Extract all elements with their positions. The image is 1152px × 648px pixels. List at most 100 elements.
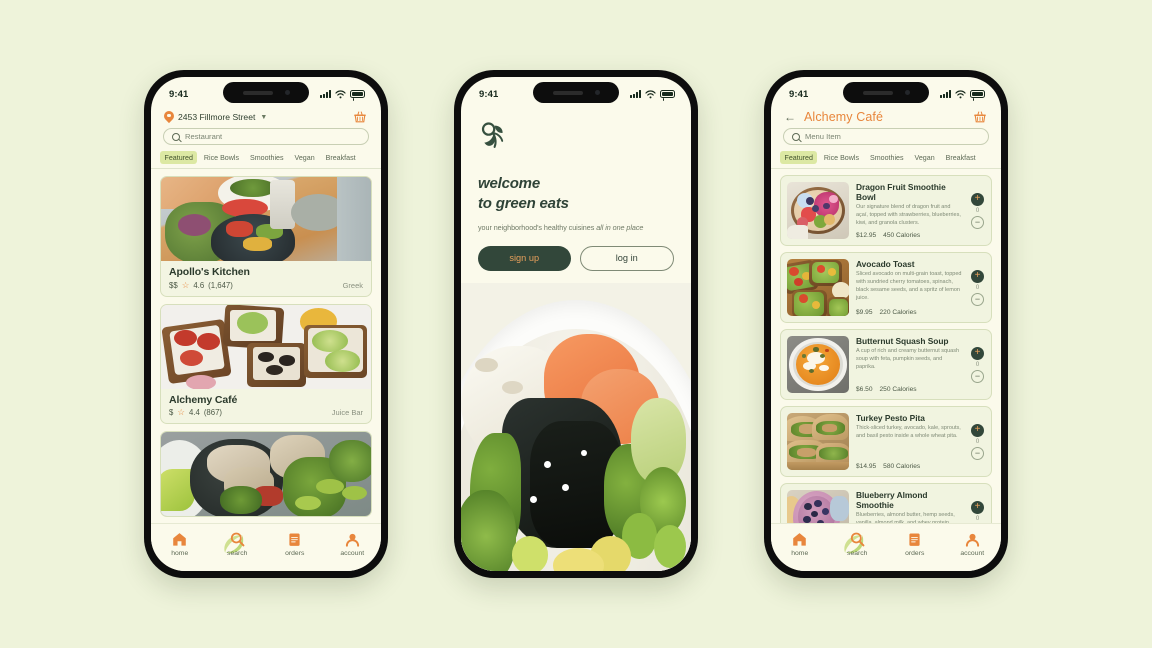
menu-item-card[interactable]: Butternut Squash Soup A cup of rich and … xyxy=(780,329,992,400)
tab-label: home xyxy=(171,549,189,557)
wifi-icon xyxy=(335,89,346,98)
speaker-grille xyxy=(862,90,893,95)
dynamic-island xyxy=(843,82,929,103)
menu-item-card[interactable]: Avocado Toast Sliced avocado on multi-gr… xyxy=(780,252,992,323)
tab-home[interactable]: home xyxy=(777,531,823,557)
welcome-title-line-1: welcome xyxy=(478,175,540,192)
menu-item-description: Blueberries, almond butter, hemp seeds, … xyxy=(856,512,955,523)
quantity-value: 0 xyxy=(975,438,980,445)
account-icon xyxy=(965,533,979,547)
increment-button[interactable]: + xyxy=(971,269,984,283)
chip-breakfast[interactable]: Breakfast xyxy=(321,151,360,164)
decrement-button[interactable]: − xyxy=(971,369,984,383)
search-placeholder: Restaurant xyxy=(185,132,223,141)
chip-breakfast[interactable]: Breakfast xyxy=(941,151,980,164)
restaurant-card[interactable] xyxy=(160,431,372,517)
page-title: Alchemy Café xyxy=(804,110,884,124)
chip-featured[interactable]: Featured xyxy=(160,151,198,164)
increment-button[interactable]: + xyxy=(971,192,984,206)
search-input[interactable]: Restaurant xyxy=(163,128,369,145)
menu-item-card[interactable]: Turkey Pesto Pita Thick-sliced turkey, a… xyxy=(780,406,992,477)
receipt-icon xyxy=(909,533,920,546)
bottom-tab-bar: home search orders account xyxy=(771,523,1001,571)
menu-item-card[interactable]: Blueberry Almond Smoothie Blueberries, a… xyxy=(780,483,992,523)
battery-icon xyxy=(660,90,675,98)
menu-photo-turkey-pita xyxy=(787,413,849,470)
chip-smoothies[interactable]: Smoothies xyxy=(246,151,289,164)
menu-item-description: Sliced avocado on multi-grain toast, top… xyxy=(856,271,962,301)
tab-search[interactable]: search xyxy=(214,531,260,557)
menu-item-name: Blueberry Almond Smoothie xyxy=(856,490,928,510)
menu-item-price: $12.95 xyxy=(856,232,877,239)
menu-item-description: A cup of rich and creamy butternut squas… xyxy=(856,348,960,370)
increment-button[interactable]: + xyxy=(971,500,984,514)
wifi-icon xyxy=(955,89,966,98)
menu-item-list[interactable]: Dragon Fruit Smoothie Bowl Our signature… xyxy=(771,169,1001,523)
chip-vegan[interactable]: Vegan xyxy=(290,151,319,164)
chip-featured[interactable]: Featured xyxy=(780,151,818,164)
restaurant-list[interactable]: Apollo's Kitchen $$ ☆ 4.6 (1,647) Greek xyxy=(151,169,381,523)
location-bar: 2453 Fillmore Street ▼ xyxy=(151,107,381,128)
chip-rice-bowls[interactable]: Rice Bowls xyxy=(199,151,243,164)
tab-home[interactable]: home xyxy=(157,531,203,557)
subtitle-plain: your neighborhood's healthy cuisines xyxy=(478,222,597,232)
menu-item-calories: 250 Calories xyxy=(879,386,917,393)
cellular-bars-icon xyxy=(630,90,641,98)
menu-item-card[interactable]: Dragon Fruit Smoothie Bowl Our signature… xyxy=(780,175,992,246)
account-icon xyxy=(345,533,359,547)
speaker-grille xyxy=(242,90,273,95)
tab-account[interactable]: account xyxy=(949,531,995,557)
welcome-title-line-2: to green eats xyxy=(478,195,569,213)
quantity-stepper: + 0 − xyxy=(970,259,985,316)
chip-smoothies[interactable]: Smoothies xyxy=(866,151,909,164)
increment-button[interactable]: + xyxy=(971,423,984,437)
menu-item-name: Avocado Toast xyxy=(856,259,915,269)
sign-up-button[interactable]: sign up xyxy=(478,245,571,271)
back-arrow-icon[interactable]: ← xyxy=(784,111,796,123)
menu-photo-avocado-toast xyxy=(787,259,849,316)
tab-orders[interactable]: orders xyxy=(272,531,318,557)
search-input[interactable]: Menu Item xyxy=(783,128,989,145)
menu-item-name: Dragon Fruit Smoothie Bowl xyxy=(856,182,946,202)
tab-label: search xyxy=(847,549,868,557)
tab-orders[interactable]: orders xyxy=(892,531,938,557)
quantity-stepper: + 0 − xyxy=(970,413,985,470)
menu-item-calories: 220 Calories xyxy=(879,309,917,316)
green-eats-sprout-logo xyxy=(481,122,504,148)
tab-search[interactable]: search xyxy=(834,531,880,557)
tab-account[interactable]: account xyxy=(329,531,375,557)
cellular-bars-icon xyxy=(320,90,331,98)
menu-photo-dragon-fruit-bowl xyxy=(787,182,849,239)
dynamic-island xyxy=(223,82,309,103)
category-chips: Featured Rice Bowls Smoothies Vegan Brea… xyxy=(771,151,1001,169)
decrement-button[interactable]: − xyxy=(971,215,984,229)
decrement-button[interactable]: − xyxy=(971,292,984,306)
chip-rice-bowls[interactable]: Rice Bowls xyxy=(819,151,863,164)
status-time: 9:41 xyxy=(169,88,189,100)
phone-1-home-discovery: 9:41 2453 Fillmore Street ▼ Restaurant F… xyxy=(144,70,388,578)
decrement-button[interactable]: − xyxy=(971,446,984,460)
phone-3-restaurant-menu: 9:41 ← Alchemy Café Menu Item Featured R… xyxy=(764,70,1008,578)
location-selector[interactable]: 2453 Fillmore Street ▼ xyxy=(164,111,267,124)
quantity-value: 0 xyxy=(975,207,980,214)
status-time: 9:41 xyxy=(479,88,499,100)
shopping-basket-icon[interactable] xyxy=(973,110,987,124)
restaurant-card[interactable]: Apollo's Kitchen $$ ☆ 4.6 (1,647) Greek xyxy=(160,176,372,297)
chip-vegan[interactable]: Vegan xyxy=(910,151,939,164)
price-level: $$ xyxy=(169,280,178,290)
restaurant-card[interactable]: Alchemy Café $ ☆ 4.4 (867) Juice Bar xyxy=(160,303,372,424)
restaurant-photo-open-toasts xyxy=(161,304,371,389)
quantity-value: 0 xyxy=(975,284,980,291)
tab-label: orders xyxy=(905,549,925,557)
home-icon xyxy=(793,532,807,546)
quantity-stepper: + 0 − xyxy=(970,182,985,239)
shopping-basket-icon[interactable] xyxy=(353,110,367,124)
cellular-bars-icon xyxy=(940,90,951,98)
search-icon xyxy=(792,132,800,141)
log-in-button[interactable]: log in xyxy=(579,245,674,271)
increment-button[interactable]: + xyxy=(971,346,984,360)
home-icon xyxy=(173,532,187,546)
menu-item-name: Turkey Pesto Pita xyxy=(856,413,925,423)
search-area: Restaurant xyxy=(151,128,381,151)
review-count: (867) xyxy=(203,408,223,417)
